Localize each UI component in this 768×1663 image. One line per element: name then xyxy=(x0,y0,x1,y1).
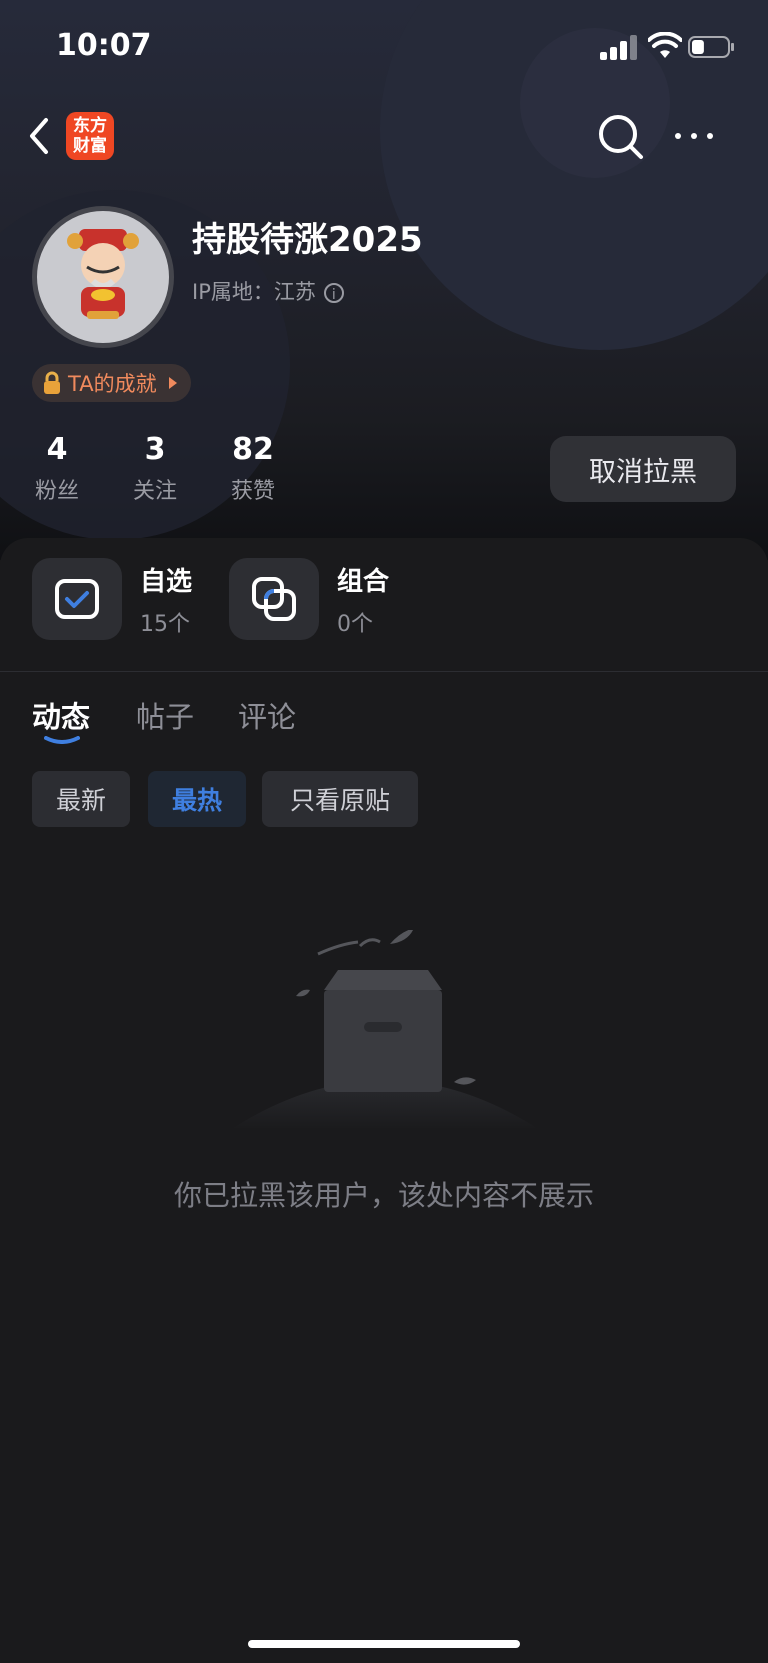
achievement-label: TA的成就 xyxy=(68,372,157,396)
watchlist-icon-box xyxy=(32,558,122,640)
wifi-icon xyxy=(648,32,682,58)
active-tab-indicator xyxy=(44,736,80,744)
stat-label: 粉丝 xyxy=(34,479,79,504)
checkbox-icon xyxy=(55,579,99,619)
stat-following[interactable]: 3 关注 xyxy=(110,432,200,505)
more-options-icon[interactable] xyxy=(672,114,716,158)
empty-box-illustration xyxy=(230,930,540,1130)
search-icon[interactable] xyxy=(596,112,646,162)
watchlist-count: 15个 xyxy=(140,611,190,637)
stat-label: 关注 xyxy=(132,479,177,504)
watchlist-card[interactable]: 自选 15个 xyxy=(32,558,192,640)
ip-location-text: IP属地：江苏 xyxy=(192,280,316,304)
back-chevron-icon[interactable] xyxy=(26,114,54,158)
logo-line2: 财富 xyxy=(73,136,107,156)
status-time: 10:07 xyxy=(56,28,152,63)
avatar-cartoon-icon xyxy=(67,229,139,319)
signal-icon xyxy=(600,34,640,60)
filter-original-only[interactable]: 只看原贴 xyxy=(262,771,418,827)
avatar[interactable] xyxy=(32,206,174,348)
portfolio-icon xyxy=(252,577,296,621)
section-divider xyxy=(0,671,768,672)
logo-line1: 东方 xyxy=(73,116,107,136)
empty-state-message: 你已拉黑该用户，该处内容不展示 xyxy=(173,1179,594,1212)
tab-comments[interactable]: 评论 xyxy=(238,694,296,736)
eastmoney-logo[interactable]: 东方 财富 xyxy=(66,112,114,160)
stat-value: 4 xyxy=(46,432,68,467)
filter-hot[interactable]: 最热 xyxy=(148,771,246,827)
unblock-button[interactable]: 取消拉黑 xyxy=(550,436,736,502)
portfolio-icon-box xyxy=(229,558,319,640)
home-indicator[interactable] xyxy=(248,1640,520,1648)
stat-fans[interactable]: 4 粉丝 xyxy=(12,432,102,505)
achievement-badge[interactable]: TA的成就 xyxy=(32,364,191,402)
stat-likes[interactable]: 82 获赞 xyxy=(208,432,298,505)
info-icon[interactable]: i xyxy=(323,283,344,303)
arrow-right-icon xyxy=(168,377,177,389)
watchlist-title: 自选 xyxy=(140,566,193,597)
stat-value: 82 xyxy=(232,432,274,467)
battery-icon xyxy=(688,36,734,58)
ip-location: IP属地：江苏 i xyxy=(192,276,344,306)
stat-label: 获赞 xyxy=(230,479,275,504)
tab-activity[interactable]: 动态 xyxy=(32,694,90,736)
filter-latest[interactable]: 最新 xyxy=(32,771,130,827)
stat-value: 3 xyxy=(144,432,166,467)
portfolio-card[interactable]: 组合 0个 xyxy=(229,558,389,640)
status-bar: 10:07 xyxy=(0,0,768,96)
tab-posts[interactable]: 帖子 xyxy=(136,694,194,736)
portfolio-count: 0个 xyxy=(337,611,373,637)
lock-icon xyxy=(44,371,60,394)
top-nav: 东方 财富 xyxy=(0,104,768,168)
portfolio-title: 组合 xyxy=(337,566,390,597)
username: 持股待涨2025 xyxy=(192,220,423,260)
